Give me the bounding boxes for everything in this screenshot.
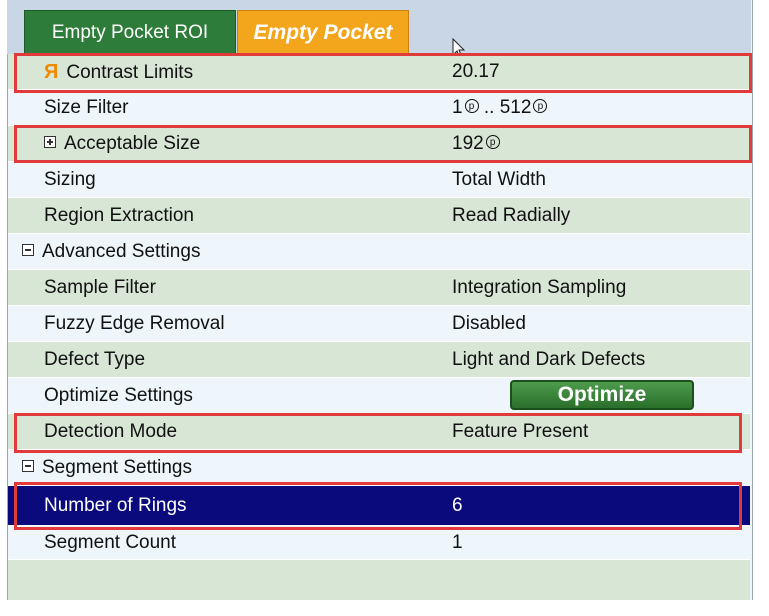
sizing-value[interactable]: Total Width: [452, 162, 546, 198]
row-region-extraction[interactable]: Region Extraction Read Radially: [8, 198, 750, 234]
fuzzy-edge-removal-label: Fuzzy Edge Removal: [44, 313, 225, 334]
number-of-rings-label: Number of Rings: [44, 495, 187, 516]
acceptable-size-label: Acceptable Size: [64, 133, 201, 154]
acceptable-size-number: 192: [452, 133, 484, 154]
size-filter-value[interactable]: 1p .. 512 p: [452, 90, 548, 126]
detection-mode-label: Detection Mode: [44, 421, 178, 442]
sample-filter-label: Sample Filter: [44, 277, 156, 298]
row-defect-type[interactable]: Defect Type Light and Dark Defects: [8, 342, 750, 378]
region-extraction-label: Region Extraction: [44, 205, 194, 226]
size-filter-label: Size Filter: [44, 97, 129, 118]
pixel-unit-icon: p: [464, 98, 479, 113]
segment-count-label: Segment Count: [44, 532, 177, 553]
row-sample-filter[interactable]: Sample Filter Integration Sampling: [8, 270, 750, 306]
sizing-label: Sizing: [44, 169, 96, 190]
pixel-unit-icon: p: [533, 98, 548, 113]
window: Empty Pocket ROI Empty Pocket Я Contrast …: [0, 0, 769, 616]
size-filter-separator: ..: [478, 97, 500, 118]
defect-type-value[interactable]: Light and Dark Defects: [452, 342, 645, 378]
row-contrast-limits[interactable]: Я Contrast Limits 20.17: [8, 54, 750, 90]
acceptable-size-value[interactable]: 192 p: [452, 126, 500, 162]
sample-filter-value[interactable]: Integration Sampling: [452, 270, 626, 306]
empty-rows-area: [8, 560, 750, 600]
number-of-rings-value[interactable]: 6: [452, 486, 463, 526]
section-advanced-settings[interactable]: -Advanced Settings: [8, 234, 750, 270]
size-filter-min: 1: [452, 97, 463, 118]
row-optimize-settings: Optimize Settings Optimize: [8, 378, 750, 414]
tab-empty-pocket[interactable]: Empty Pocket: [237, 10, 409, 54]
region-extraction-value[interactable]: Read Radially: [452, 198, 570, 234]
size-filter-max: 512: [499, 97, 532, 118]
row-size-filter[interactable]: Size Filter 1p .. 512 p: [8, 90, 750, 126]
segment-settings-label: Segment Settings: [42, 457, 192, 478]
tab-bar: Empty Pocket ROI Empty Pocket: [7, 0, 751, 54]
defect-type-label: Defect Type: [44, 349, 146, 370]
row-sizing[interactable]: Sizing Total Width: [8, 162, 750, 198]
row-detection-mode[interactable]: Detection Mode Feature Present: [8, 414, 750, 450]
section-segment-settings[interactable]: -Segment Settings: [8, 450, 750, 486]
contrast-limits-label: Contrast Limits: [66, 62, 194, 83]
row-acceptable-size[interactable]: + Acceptable Size 192p: [8, 126, 750, 162]
fuzzy-edge-removal-value[interactable]: Disabled: [452, 306, 526, 342]
detection-mode-value[interactable]: Feature Present: [452, 414, 588, 450]
tab-empty-pocket-roi[interactable]: Empty Pocket ROI: [24, 10, 236, 54]
row-number-of-rings[interactable]: Number of Rings 6: [8, 486, 750, 526]
collapse-minus-icon[interactable]: -: [22, 459, 34, 472]
pixel-unit-icon: p: [485, 134, 500, 149]
advanced-settings-label: Advanced Settings: [42, 241, 201, 262]
collapse-minus-icon[interactable]: -: [22, 243, 34, 256]
segment-count-value[interactable]: 1: [452, 526, 463, 560]
optimize-button[interactable]: Optimize: [510, 380, 694, 410]
contrast-limits-value[interactable]: 20.17: [452, 54, 500, 90]
r-icon: Я: [44, 61, 59, 83]
row-fuzzy-edge-removal[interactable]: Fuzzy Edge Removal Disabled: [8, 306, 750, 342]
optimize-settings-label: Optimize Settings: [44, 385, 193, 406]
expand-plus-icon[interactable]: +: [44, 135, 56, 148]
row-segment-count[interactable]: Segment Count 1: [8, 526, 750, 560]
